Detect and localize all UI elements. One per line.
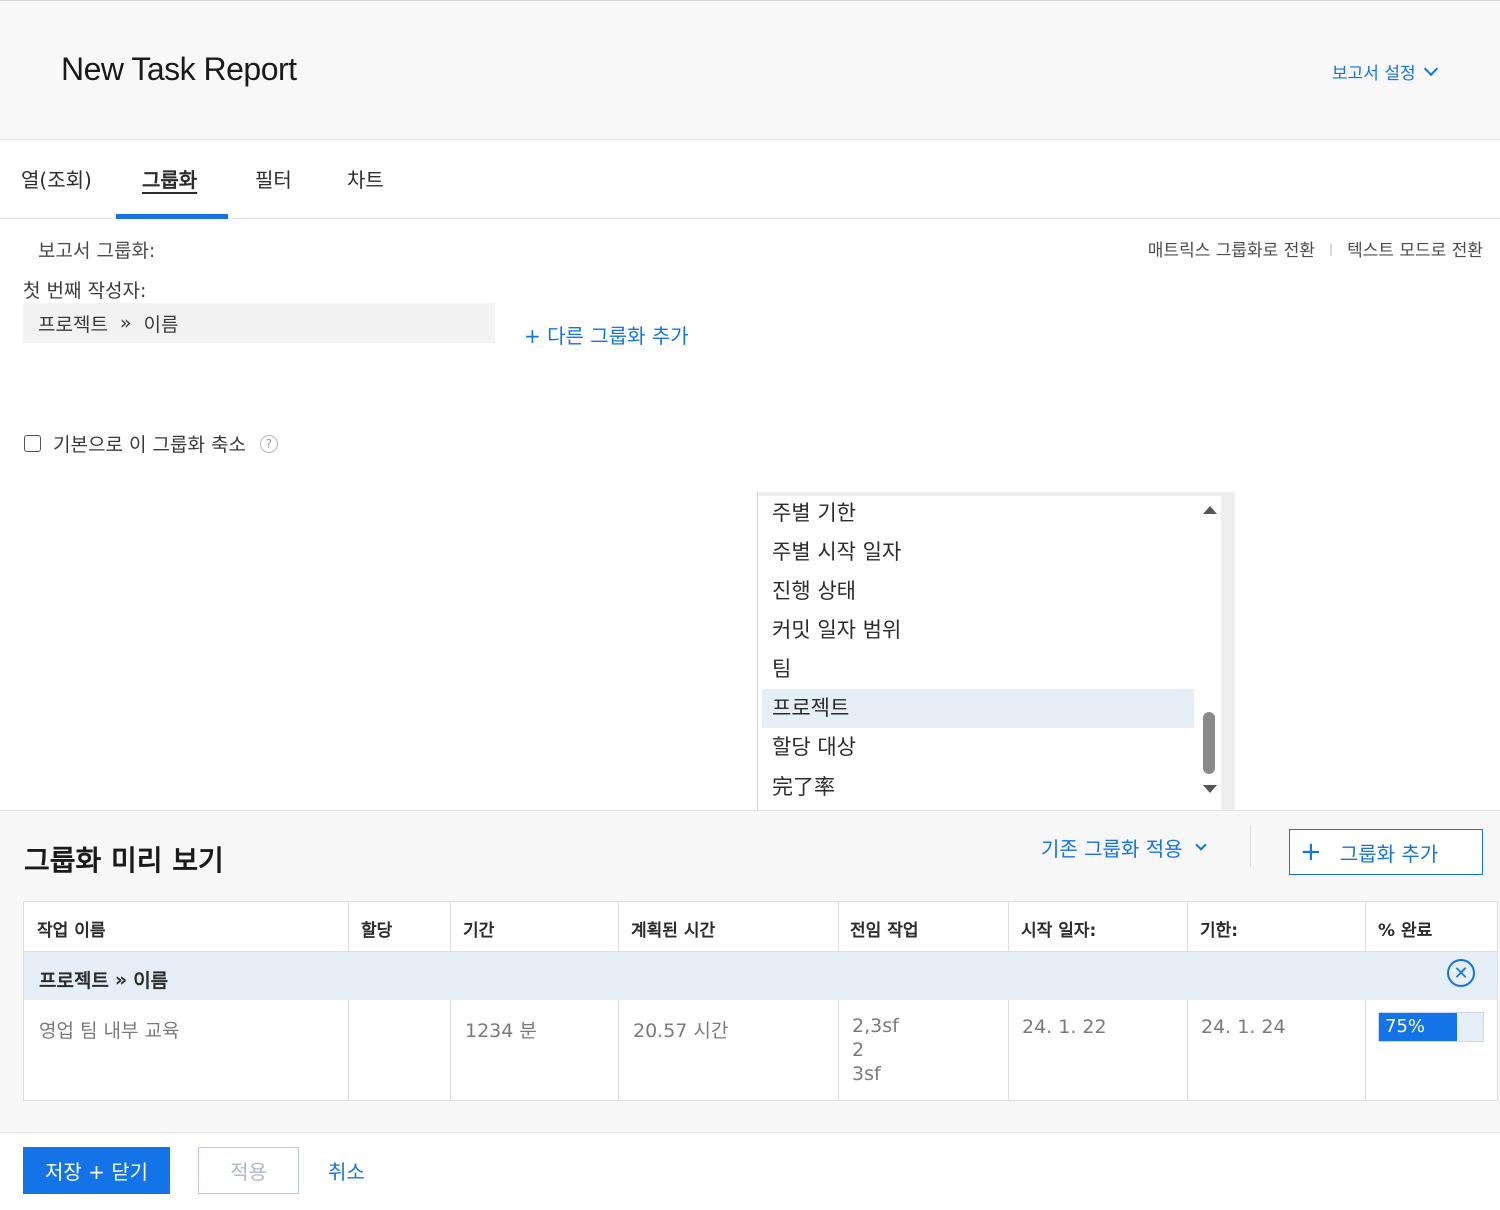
column-divider: [1365, 1000, 1366, 1101]
percent-complete-bar: 75%: [1378, 1012, 1484, 1042]
remove-grouping-icon[interactable]: ✕: [1447, 959, 1475, 987]
divider: [1250, 825, 1251, 867]
grouping-field-dropdown[interactable]: 주별 기한 주별 시작 일자 진행 상태 커밋 일자 범위 팀 프로젝트 할당 …: [757, 492, 1235, 810]
double-chevron-icon: »: [114, 968, 128, 991]
add-another-grouping-link[interactable]: + 다른 그룹화 추가: [524, 320, 689, 349]
chevron-down-icon: [1423, 61, 1438, 76]
chevron-down-icon: [1194, 838, 1207, 851]
predecessor-value: 2: [852, 1039, 865, 1061]
column-header[interactable]: 기한:: [1200, 916, 1238, 941]
switch-to-matrix-link[interactable]: 매트릭스 그룹화로 전환: [1148, 236, 1315, 261]
link-divider: |: [1329, 241, 1334, 256]
report-settings-menu[interactable]: 보고서 설정: [1332, 59, 1438, 84]
active-tab-indicator: [116, 214, 228, 219]
column-divider: [1187, 1000, 1188, 1101]
grouping-field-select[interactable]: 프로젝트 » 이름: [23, 303, 495, 343]
column-divider: [348, 1000, 349, 1101]
add-grouping-button[interactable]: + 그룹화 추가: [1289, 829, 1483, 875]
footer-bar: 저장 + 닫기 적용 취소: [0, 1132, 1500, 1210]
report-grouping-label: 보고서 그룹화:: [38, 240, 156, 262]
column-divider: [450, 902, 451, 952]
group-row-label: 프로젝트 » 이름: [39, 966, 168, 993]
grouping-field-part1: 프로젝트: [38, 313, 108, 336]
column-divider: [838, 1000, 839, 1101]
report-settings-label: 보고서 설정: [1332, 64, 1416, 84]
cell-start-date: 24. 1. 22: [1022, 1016, 1107, 1038]
cell-due-date: 24. 1. 24: [1201, 1016, 1286, 1038]
scroll-up-arrow-icon[interactable]: [1203, 506, 1217, 514]
column-header[interactable]: % 완료: [1378, 916, 1432, 941]
dropdown-option-selected[interactable]: 프로젝트: [762, 689, 1194, 728]
percent-complete-fill: 75%: [1379, 1013, 1457, 1041]
dropdown-option[interactable]: 할당 대상: [762, 728, 1194, 767]
collapse-grouping-option: 기본으로 이 그룹화 축소 ?: [24, 430, 278, 457]
grouping-field-part2: 이름: [143, 313, 179, 336]
column-header[interactable]: 계획된 시간: [631, 916, 715, 941]
column-divider: [1008, 1000, 1009, 1101]
column-divider: [618, 1000, 619, 1101]
column-divider: [1365, 902, 1366, 952]
cancel-button[interactable]: 취소: [328, 1156, 365, 1185]
collapse-by-default-label: 기본으로 이 그룹화 축소: [53, 434, 246, 456]
apply-button[interactable]: 적용: [198, 1147, 299, 1194]
group-row[interactable]: 프로젝트 » 이름 ✕: [24, 952, 1497, 1000]
cell-task-name: 영업 팀 내부 교육: [39, 1020, 180, 1042]
apply-existing-grouping-menu[interactable]: 기존 그룹화 적용: [1041, 833, 1207, 862]
predecessor-value: 2,3sf: [852, 1015, 899, 1037]
dropdown-option[interactable]: 주별 기한: [762, 494, 1194, 533]
table-header-row: 작업 이름 할당 기간 계획된 시간 전임 작업 시작 일자: 기한: % 완료: [24, 902, 1497, 952]
mode-switch-links: 매트릭스 그룹화로 전환 | 텍스트 모드로 전환: [1148, 236, 1483, 261]
scroll-down-arrow-icon[interactable]: [1203, 785, 1217, 793]
cell-predecessors: 2,3sf 2 3sf: [852, 1014, 899, 1086]
column-divider: [1187, 902, 1188, 952]
double-chevron-icon: »: [119, 312, 132, 334]
collapse-by-default-checkbox[interactable]: [24, 435, 41, 452]
help-icon[interactable]: ?: [259, 434, 278, 453]
column-divider: [618, 902, 619, 952]
dropdown-option[interactable]: 完了率: [762, 768, 1194, 807]
column-header[interactable]: 시작 일자:: [1021, 916, 1096, 941]
tab-filters[interactable]: 필터: [255, 164, 292, 193]
plus-icon: +: [1300, 837, 1322, 867]
grouping-preview-section: 그룹화 미리 보기 기존 그룹화 적용 + 그룹화 추가 작업 이름 할당 기간…: [0, 810, 1500, 1132]
column-header[interactable]: 기간: [463, 916, 494, 941]
column-divider: [838, 902, 839, 952]
tab-chart[interactable]: 차트: [347, 164, 384, 193]
preview-table: 작업 이름 할당 기간 계획된 시간 전임 작업 시작 일자: 기한: % 완료…: [23, 901, 1498, 1101]
first-by-label: 첫 번째 작성자:: [23, 280, 147, 302]
apply-existing-label: 기존 그룹화 적용: [1041, 837, 1183, 861]
group-part1: 프로젝트: [39, 970, 109, 992]
column-header[interactable]: 전임 작업: [850, 916, 918, 941]
cell-duration: 1234 분: [465, 1020, 537, 1042]
switch-to-text-mode-link[interactable]: 텍스트 모드로 전환: [1347, 236, 1483, 261]
dropdown-option[interactable]: 커밋 일자 범위: [762, 611, 1194, 650]
tab-grouping[interactable]: 그룹화: [142, 164, 197, 193]
column-header[interactable]: 작업 이름: [37, 916, 105, 941]
cell-planned-hours: 20.57 시간: [633, 1020, 729, 1042]
tab-bar: 열(조회) 그룹화 필터 차트: [0, 140, 1500, 219]
scrollbar-thumb[interactable]: [1203, 712, 1215, 774]
column-divider: [450, 1000, 451, 1101]
group-part2: 이름: [133, 970, 169, 992]
add-grouping-label: 그룹화 추가: [1339, 841, 1439, 866]
page-title: New Task Report: [61, 51, 297, 87]
preview-title: 그룹화 미리 보기: [24, 844, 224, 877]
save-close-button[interactable]: 저장 + 닫기: [23, 1147, 170, 1194]
dropdown-option[interactable]: 팀: [762, 650, 1194, 689]
tab-columns[interactable]: 열(조회): [21, 164, 92, 193]
predecessor-value: 3sf: [852, 1063, 881, 1085]
column-header[interactable]: 할당: [361, 916, 392, 941]
column-divider: [1008, 902, 1009, 952]
dropdown-option[interactable]: 진행 상태: [762, 572, 1194, 611]
dropdown-option[interactable]: 주별 시작 일자: [762, 533, 1194, 572]
report-header: New Task Report 보고서 설정: [0, 0, 1500, 140]
column-divider: [348, 902, 349, 952]
